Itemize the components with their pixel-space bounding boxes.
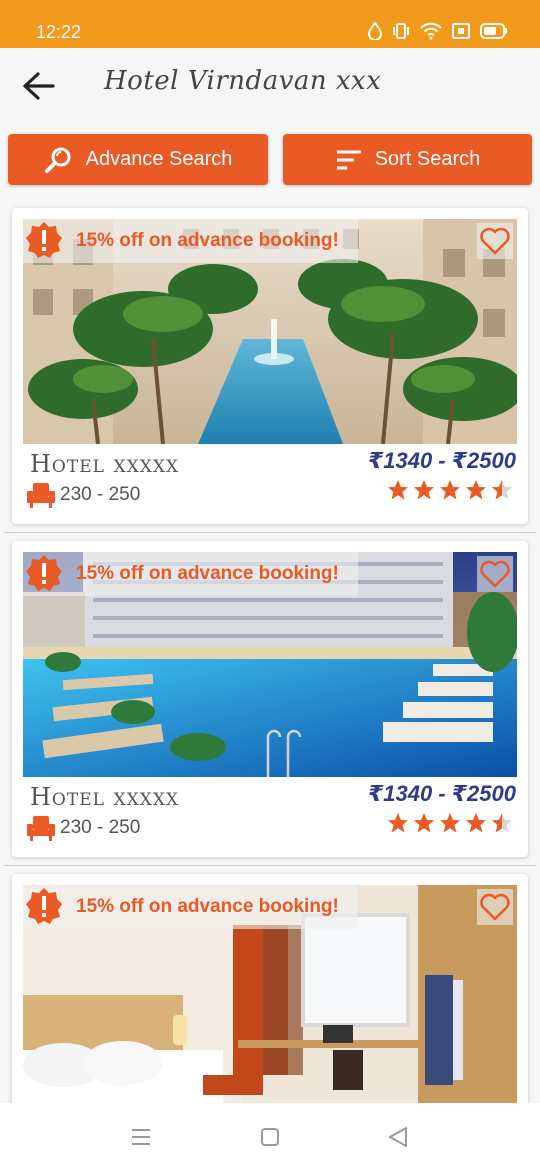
seating-capacity: 230 - 250: [26, 481, 140, 509]
star-icon: [388, 480, 408, 500]
star-icon: [414, 813, 434, 833]
seating-capacity: 230 - 250: [26, 814, 140, 842]
sort-search-label: Sort Search: [374, 148, 481, 170]
system-nav-bar: [0, 1103, 540, 1170]
star-icon: [466, 813, 486, 833]
sim-icon: [452, 23, 470, 44]
sort-icon: [336, 150, 361, 169]
list-divider: [4, 532, 536, 533]
alert-badge-icon: [26, 222, 62, 258]
offer-banner: 15% off on advance booking!: [23, 219, 358, 263]
advance-search-label: Advance Search: [85, 148, 233, 170]
favorite-button[interactable]: [477, 223, 513, 259]
back-button[interactable]: [18, 66, 58, 106]
status-bar: 12:22: [0, 0, 540, 48]
seating-capacity-text: 230 - 250: [60, 484, 141, 505]
star-rating: [386, 811, 514, 835]
advance-search-button[interactable]: Advance Search: [8, 134, 268, 185]
heart-icon: [480, 893, 510, 921]
heart-icon: [480, 560, 510, 588]
alert-badge-icon: [26, 555, 62, 591]
hotel-list: 15% off on advance booking! Hotel xxxxx …: [0, 198, 540, 1103]
menu-icon: [132, 1129, 150, 1145]
hotel-card[interactable]: 15% off on advance booking! Hotel xxxxx …: [12, 208, 528, 524]
armchair-icon: [27, 483, 55, 508]
star-icon: [440, 813, 460, 833]
star-rating: [386, 478, 514, 502]
app-title: Hotel Virndavan xxx: [104, 66, 382, 96]
arrow-left-icon: [23, 72, 55, 100]
star-icon: [466, 480, 486, 500]
star-icon: [388, 813, 408, 833]
status-time: 12:22: [36, 22, 82, 42]
offer-text: 15% off on advance booking!: [76, 230, 339, 251]
water-drop-icon: [367, 21, 383, 45]
offer-text: 15% off on advance booking!: [76, 563, 339, 584]
offer-banner: 15% off on advance booking!: [23, 885, 358, 929]
half-star-icon: [492, 480, 512, 500]
hotel-name: Hotel xxxxx: [30, 450, 180, 478]
star-icon: [414, 480, 434, 500]
vibrate-icon: [392, 22, 410, 45]
price-range: ₹1340 - ₹2500: [367, 781, 516, 806]
status-icons: [367, 21, 508, 45]
sort-search-button[interactable]: Sort Search: [283, 134, 532, 185]
hotel-card[interactable]: 15% off on advance booking!: [12, 874, 528, 1103]
heart-icon: [480, 227, 510, 255]
battery-icon: [480, 23, 508, 44]
favorite-button[interactable]: [477, 556, 513, 592]
hotel-name: Hotel xxxxx: [30, 783, 180, 811]
alert-badge-icon: [26, 888, 62, 924]
hotel-photo: 15% off on advance booking!: [23, 552, 517, 777]
back-nav-button[interactable]: [384, 1123, 412, 1151]
offer-banner: 15% off on advance booking!: [23, 552, 358, 596]
search-button-row: Advance Search Sort Search: [0, 134, 540, 186]
hotel-photo: 15% off on advance booking!: [23, 219, 517, 444]
seating-capacity-text: 230 - 250: [60, 817, 141, 838]
list-divider: [4, 865, 536, 866]
home-square-icon: [261, 1128, 279, 1146]
home-nav-button[interactable]: [256, 1123, 284, 1151]
star-icon: [440, 480, 460, 500]
offer-text: 15% off on advance booking!: [76, 896, 339, 917]
app-bar: Hotel Virndavan xxx: [0, 48, 540, 128]
price-range: ₹1340 - ₹2500: [367, 448, 516, 473]
back-triangle-icon: [389, 1127, 407, 1147]
armchair-icon: [27, 816, 55, 841]
hotel-card[interactable]: 15% off on advance booking! Hotel xxxxx …: [12, 541, 528, 857]
half-star-icon: [492, 813, 512, 833]
search-icon: [44, 147, 71, 173]
hotel-photo: 15% off on advance booking!: [23, 885, 517, 1103]
menu-nav-button[interactable]: [127, 1123, 155, 1151]
favorite-button[interactable]: [477, 889, 513, 925]
wifi-icon: [420, 22, 442, 45]
